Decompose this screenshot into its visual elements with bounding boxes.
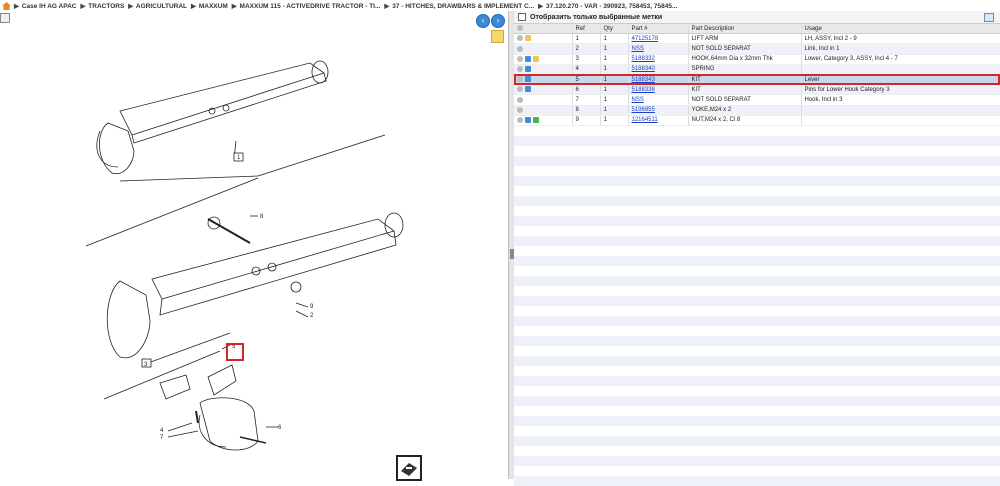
replace-icon [525,86,531,93]
breadcrumb-item: AGRICULTURAL [135,2,188,10]
part-link[interactable]: 5188338 [632,87,655,93]
breadcrumb: ▶ Case IH AG APAC ▶ TRACTORS ▶ AGRICULTU… [0,0,1000,11]
rotate-view-icon[interactable] [396,455,422,481]
recycle-icon [533,116,539,123]
table-row[interactable]: 71 NSS NOT SOLD SEPARAT Hook, Incl in 3 [514,94,1000,106]
empty-rows [514,125,1000,486]
filter-label: Отобразить только выбранные метки [530,13,663,21]
part-link[interactable]: 5188340 [632,66,655,72]
table-row[interactable]: 11 47125178 LIFT ARM LH, ASSY, Incl 2 - 9 [514,33,1000,45]
part-link[interactable]: 5188343 [632,77,655,83]
breadcrumb-item: TRACTORS [88,2,125,10]
table-row[interactable]: 61 5188338 KIT Pins for Lower Hook Catego… [514,84,1000,96]
export-icon[interactable] [984,13,994,22]
column-header[interactable]: Qty [600,24,629,35]
selected-callout-5[interactable] [226,343,244,361]
column-header[interactable]: Usage [801,24,1000,35]
breadcrumb-item: MAXXUM [198,2,228,10]
table-row-selected[interactable]: 51 5188343 KIT Lever [514,74,1000,86]
add-icon[interactable] [517,96,523,103]
table-row[interactable]: 91 12164511 NUT,M24 x 2, Cl 8 [514,115,1000,126]
diagram-label: 4 [160,428,164,434]
diagram-label: 2 [310,313,314,319]
column-header[interactable]: Ref [572,24,601,35]
part-link[interactable]: NSS [632,46,644,52]
breadcrumb-item: Case IH AG APAC [21,2,77,10]
column-header-icons [514,24,573,35]
replace-icon [525,55,531,62]
add-icon[interactable] [517,86,523,93]
diagram-label: 9 [310,304,314,310]
table-row[interactable]: 81 5196955 YOKE,M24 x 2 [514,105,1000,116]
breadcrumb-item: MAXXUM 115 - ACTIVEDRIVE TRACTOR - TI... [239,2,381,10]
diagram-label: 6 [278,425,282,431]
add-icon[interactable] [517,45,523,52]
parts-list-pane: Отобразить только выбранные метки Ref Qt… [514,11,1000,486]
home-icon[interactable] [2,1,11,10]
part-link[interactable]: 47125178 [632,36,659,42]
diagram-label: 8 [260,214,264,220]
replace-icon [525,66,531,73]
selected-only-checkbox[interactable] [518,13,526,21]
part-link[interactable]: NSS [632,97,644,103]
add-icon[interactable] [517,55,523,62]
add-icon[interactable] [517,76,523,83]
diagram-label: 7 [160,435,164,441]
parts-table: Ref Qty Part # Part Description Usage 11… [514,24,1000,126]
add-icon[interactable] [517,106,523,113]
parts-diagram: 1 2 3 4 5 6 7 8 9 [85,60,404,451]
part-link[interactable]: 5196955 [632,107,655,113]
filter-bar: Отобразить только выбранные метки [514,11,1000,24]
breadcrumb-item: 37 - HITCHES, DRAWBARS & IMPLEMENT C... [392,2,535,10]
table-row[interactable]: 41 5188340 SPRING [514,64,1000,75]
table-row[interactable]: 21 NSS NOT SOLD SEPARAT Link, Incl in 1 [514,43,1000,55]
part-link[interactable]: 12164511 [632,117,658,123]
replace-icon [525,116,531,123]
add-icon[interactable] [517,116,523,123]
column-header[interactable]: Part Description [688,24,802,35]
table-row[interactable]: 31 5188332 HOOK,64mm Dia x 32mm Thk Lower… [514,54,1000,65]
column-header[interactable]: Part # [628,24,689,35]
package-icon [533,55,539,62]
add-icon[interactable] [517,35,523,42]
diagram-pane: ‹ › 1 2 3 4 5 6 7 8 9 [0,11,508,481]
replace-icon [525,76,531,83]
breadcrumb-item: 37.120.270 - VAR - 390923, 758453, 75845… [545,2,678,10]
add-icon[interactable] [517,66,523,73]
part-link[interactable]: 5188332 [632,56,655,62]
settings-icon[interactable] [517,25,523,32]
package-icon [525,35,531,42]
